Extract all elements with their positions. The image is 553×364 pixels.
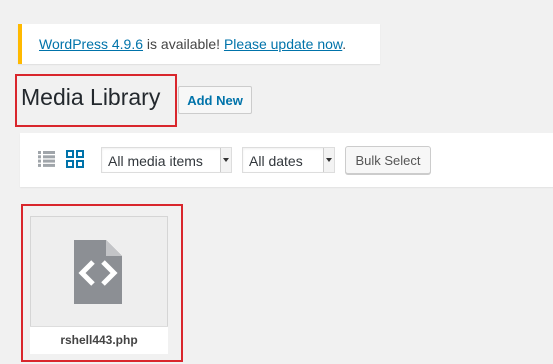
- notice-text: is available!: [143, 36, 224, 52]
- update-notice: WordPress 4.9.6 is available! Please upd…: [18, 24, 380, 64]
- add-new-button[interactable]: Add New: [178, 86, 252, 114]
- attachment-filename: rshell443.php: [30, 326, 168, 354]
- media-toolbar: All media items All dates Bulk Select: [20, 133, 553, 187]
- grid-view-icon[interactable]: [66, 150, 84, 168]
- date-filter[interactable]: All dates: [242, 147, 335, 173]
- media-type-filter[interactable]: All media items: [101, 147, 232, 173]
- update-now-link[interactable]: Please update now: [224, 36, 342, 52]
- chevron-down-icon: [323, 148, 334, 172]
- date-filter-value: All dates: [249, 153, 303, 169]
- chevron-down-icon: [220, 148, 231, 172]
- media-type-filter-value: All media items: [108, 153, 203, 169]
- bulk-select-button[interactable]: Bulk Select: [345, 146, 431, 174]
- wordpress-version-link[interactable]: WordPress 4.9.6: [39, 36, 143, 52]
- page-title: Media Library: [21, 84, 161, 110]
- notice-end: .: [342, 36, 347, 52]
- media-attachment[interactable]: rshell443.php: [30, 216, 168, 354]
- list-view-icon[interactable]: [38, 151, 55, 167]
- code-file-icon: [74, 240, 122, 304]
